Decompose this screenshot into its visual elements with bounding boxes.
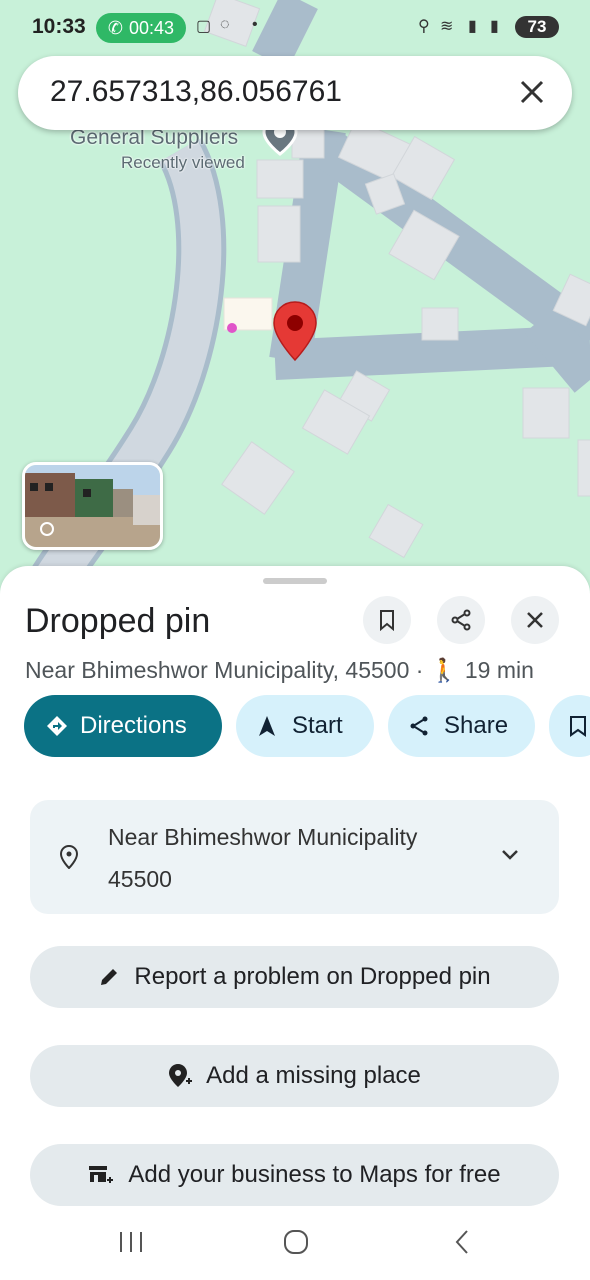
dropped-pin-icon[interactable] <box>272 300 318 362</box>
back-icon[interactable] <box>452 1228 472 1256</box>
report-problem-label: Report a problem on Dropped pin <box>134 963 491 990</box>
close-icon[interactable] <box>514 74 550 110</box>
map-place-sublabel: Recently viewed <box>121 153 245 172</box>
call-timer: 00:43 <box>129 17 175 38</box>
status-time: 10:33 <box>32 15 86 38</box>
battery-indicator: 73 <box>515 16 559 38</box>
notification-icon: ▢ <box>196 18 212 35</box>
drag-handle[interactable] <box>263 578 327 584</box>
place-title: Dropped pin <box>25 602 211 640</box>
directions-button[interactable]: Directions <box>24 695 222 757</box>
navigation-arrow-icon <box>259 716 275 736</box>
address-line-1: Near Bhimeshwor Municipality <box>108 824 418 850</box>
phone-icon: ✆ <box>107 17 124 38</box>
address-card[interactable]: Near Bhimeshwor Municipality 45500 <box>30 800 559 914</box>
share-icon <box>451 609 471 631</box>
share-icon <box>410 716 428 736</box>
add-business-button[interactable]: Add your business to Maps for free <box>30 1144 559 1206</box>
save-chip-button[interactable] <box>549 695 590 757</box>
close-sheet-button[interactable] <box>511 596 559 644</box>
chevron-down-icon[interactable] <box>500 848 520 862</box>
share-button-small[interactable] <box>437 596 485 644</box>
call-indicator[interactable]: ✆ 00:43 <box>96 13 186 43</box>
street-view-thumbnail[interactable] <box>22 462 163 550</box>
walk-time: 19 min <box>464 657 534 683</box>
address-summary: Near Bhimeshwor Municipality, 45500 · 🚶 … <box>25 657 534 684</box>
street-view-image <box>25 465 160 547</box>
search-bar[interactable]: 27.657313,86.056761 <box>18 56 572 130</box>
add-location-icon <box>169 1064 193 1087</box>
address-summary-text: Near Bhimeshwor Municipality, 45500 · <box>25 657 430 683</box>
signal-icon: ▮ <box>468 18 477 35</box>
report-problem-button[interactable]: Report a problem on Dropped pin <box>30 946 559 1008</box>
pencil-icon <box>101 969 118 985</box>
walking-icon: 🚶 <box>429 657 459 683</box>
directions-icon <box>47 716 67 736</box>
add-missing-place-label: Add a missing place <box>206 1062 421 1089</box>
address-line-2: 45500 <box>108 866 172 892</box>
search-input[interactable]: 27.657313,86.056761 <box>50 75 342 109</box>
add-business-icon <box>89 1166 114 1183</box>
status-bar: 10:33 ✆ 00:43 ▢ ◌ • ⚲ ≋ ▮ ▮ 73 <box>0 0 590 56</box>
place-sheet: Dropped pin Near Bhimeshwor Municipality… <box>0 566 590 1280</box>
location-pin-icon <box>60 845 78 869</box>
start-button[interactable]: Start <box>236 695 374 757</box>
save-button[interactable] <box>363 596 411 644</box>
start-label: Start <box>292 712 343 739</box>
add-business-label: Add your business to Maps for free <box>128 1161 501 1188</box>
bookmark-icon <box>570 716 586 737</box>
wifi-icon: ≋ <box>440 18 454 35</box>
add-missing-place-button[interactable]: Add a missing place <box>30 1045 559 1107</box>
directions-label: Directions <box>80 712 187 739</box>
more-notifications-icon: • <box>252 16 258 33</box>
bookmark-icon <box>380 610 394 631</box>
signal-2-icon: ▮ <box>490 18 499 35</box>
whatsapp-icon: ◌ <box>220 16 230 33</box>
recent-apps-icon[interactable] <box>118 1230 144 1254</box>
close-icon <box>527 612 543 628</box>
share-button[interactable]: Share <box>388 695 535 757</box>
system-nav-bar <box>0 1206 590 1280</box>
share-label: Share <box>444 712 509 739</box>
home-icon[interactable] <box>282 1228 310 1256</box>
location-icon: ⚲ <box>418 18 430 35</box>
